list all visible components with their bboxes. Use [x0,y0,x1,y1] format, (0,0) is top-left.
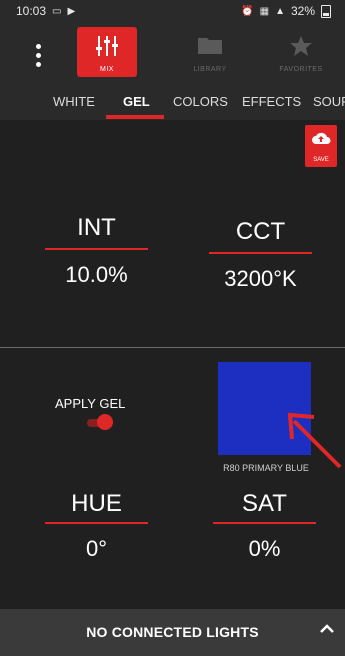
kebab-menu-icon[interactable] [36,44,42,68]
signal-icon: ▲ [275,5,285,17]
apply-gel-label: APPLY GEL [55,396,126,411]
cct-value[interactable]: 3200°K [205,266,316,292]
sat-underline [213,522,316,524]
tab-source[interactable]: SOUR [313,94,345,109]
tab-effects[interactable]: EFFECTS [242,94,301,109]
network-icon: ▦ [259,5,270,17]
arrow-icon [287,412,342,469]
battery-percent: 32% [290,4,315,18]
sliders-icon [96,36,118,56]
cast-icon: ▭ [52,5,62,17]
favorites-button[interactable]: FAVORITES [271,27,331,77]
int-value[interactable]: 10.0% [45,262,148,288]
sat-value[interactable]: 0% [213,536,316,562]
active-tab-indicator [106,115,164,119]
section-divider [0,347,345,348]
apply-gel-toggle[interactable] [97,414,113,430]
connection-footer[interactable]: NO CONNECTED LIGHTS [0,609,345,656]
favorites-label: FAVORITES [279,66,323,73]
status-time: 10:03 [16,4,47,18]
library-button[interactable]: LIBRARY [180,27,240,77]
tab-bar: WHITE GEL COLORS EFFECTS SOUR [0,86,345,120]
int-label: INT [77,214,116,241]
hue-label: HUE [71,490,122,517]
hue-value[interactable]: 0° [45,536,148,562]
mix-label: MIX [100,66,114,73]
no-connected-lights-label: NO CONNECTED LIGHTS [86,624,259,640]
tab-white[interactable]: WHITE [53,94,95,109]
sat-label: SAT [242,490,287,517]
cloud-upload-icon [312,132,331,144]
star-icon [290,36,312,56]
int-underline [45,248,148,250]
alarm-icon: ⏰ [241,5,254,17]
mix-button[interactable]: MIX [77,27,137,77]
folder-icon [198,38,222,54]
chevron-up-icon[interactable] [320,623,334,633]
tab-colors[interactable]: COLORS [173,94,228,109]
save-button[interactable]: SAVE [305,125,337,167]
cct-label: CCT [235,218,286,245]
hue-underline [45,522,148,524]
battery-icon [321,4,331,18]
save-label: SAVE [313,157,329,163]
library-label: LIBRARY [193,66,227,73]
cct-underline [209,252,312,254]
tab-gel[interactable]: GEL [123,94,150,109]
status-bar: 10:03 ▭ ▶ ⏰ ▦ ▲ 32% [0,0,345,22]
play-icon: ▶ [67,5,76,17]
app-header: MIX LIBRARY FAVORITES [0,22,345,86]
